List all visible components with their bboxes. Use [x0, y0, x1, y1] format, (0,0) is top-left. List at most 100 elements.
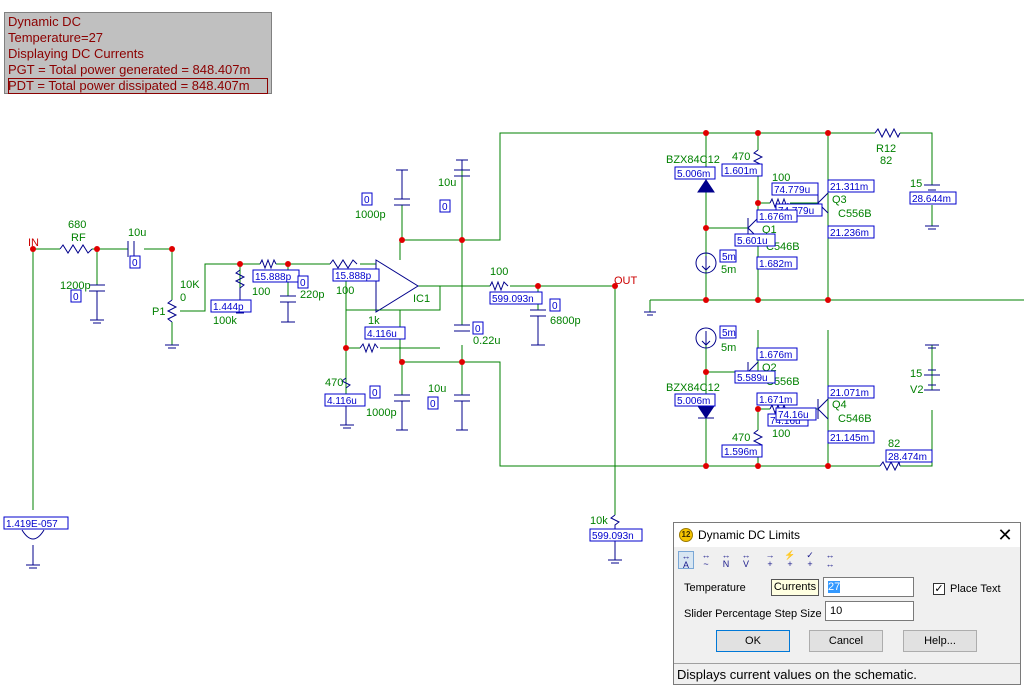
- wires: [32, 132, 1024, 515]
- transistor-q4: [817, 398, 829, 420]
- label-cs-top-value: 5m: [721, 264, 736, 276]
- current-readout-r-470-top-current: 1.601m: [721, 163, 763, 177]
- net-label-out: OUT: [614, 275, 638, 287]
- label-r-82-bot: 82: [888, 438, 900, 450]
- junction-node: [399, 359, 405, 365]
- capacitor-0-22u: [454, 324, 470, 332]
- svg-text:1.444p: 1.444p: [213, 302, 244, 313]
- current-readout-q1-ic: 1.682m: [756, 256, 798, 270]
- label-r-10k: 10k: [590, 515, 608, 527]
- info-line-pgt: PGT = Total power generated = 848.407m: [8, 62, 251, 77]
- device-state-icon[interactable]: ✓ +: [802, 551, 818, 569]
- voltage-drop-icon[interactable]: ↔ V: [738, 551, 754, 569]
- svg-text:1.419E-057: 1.419E-057: [6, 519, 58, 530]
- help-button[interactable]: Help...: [903, 630, 977, 652]
- svg-text:1.676m: 1.676m: [759, 350, 792, 361]
- junction-node: [459, 237, 465, 243]
- close-button[interactable]: ✕: [992, 524, 1018, 546]
- capacitor-10u-bot: [454, 394, 470, 431]
- temperature-label: Temperature: [684, 582, 746, 594]
- current-readout-r-100k-current: 1.444p: [210, 299, 252, 313]
- current-readout-d-top-current: 5.006m: [674, 166, 716, 180]
- ok-button[interactable]: OK: [716, 630, 790, 652]
- svg-text:4.116u: 4.116u: [327, 396, 357, 407]
- label-c-10u-top: 10u: [438, 177, 456, 189]
- dialog-titlebar[interactable]: 12 Dynamic DC Limits ✕: [674, 523, 1020, 547]
- info-line-mode: Dynamic DC: [8, 14, 81, 29]
- capacitor-6800p: [530, 309, 546, 346]
- label-d-bot-name: BZX84C12: [666, 382, 720, 394]
- junction-node: [755, 463, 761, 469]
- svg-text:21.236m: 21.236m: [830, 228, 869, 239]
- junction-node: [755, 200, 761, 206]
- current-readout-r-10k-current: 599.093n: [589, 528, 643, 542]
- currents-mode-icon[interactable]: ↔ A: [678, 551, 694, 570]
- label-r12-name: R12: [876, 143, 896, 155]
- resistor-1k: [359, 342, 379, 354]
- svg-text:0: 0: [372, 388, 378, 399]
- current-readout-r-470-bot-current: 1.596m: [721, 444, 763, 458]
- svg-text:0: 0: [300, 278, 306, 289]
- junction-node: [535, 283, 541, 289]
- current-readout-q3-ie: 21.311m: [827, 179, 875, 193]
- node-voltage-icon[interactable]: ↔ N: [718, 551, 734, 569]
- svg-text:599.093n: 599.093n: [492, 294, 534, 305]
- step-size-field[interactable]: 10: [825, 601, 914, 621]
- svg-text:0: 0: [73, 292, 79, 303]
- svg-text:5m: 5m: [722, 328, 736, 339]
- capacitor-1000p-top: [394, 169, 410, 206]
- voltage-mode-icon[interactable]: ↔ ~: [698, 551, 714, 569]
- junction-node: [755, 297, 761, 303]
- step-size-label: Slider Percentage Step Size: [684, 608, 822, 620]
- junction-node: [703, 225, 709, 231]
- current-readout-cs-top-current: 5m: [719, 249, 737, 263]
- temperature-field[interactable]: 27: [823, 577, 914, 597]
- svg-text:1.671m: 1.671m: [759, 395, 792, 406]
- label-c-in-value: 10u: [128, 227, 146, 239]
- svg-text:5.006m: 5.006m: [677, 396, 710, 407]
- ground-battery-top: [925, 225, 939, 230]
- resistor-100-a: [259, 258, 277, 270]
- svg-text:1.676m: 1.676m: [759, 212, 792, 223]
- label-p1-name: P1: [152, 306, 165, 318]
- svg-text:1.601m: 1.601m: [724, 166, 757, 177]
- capacitor-shunt: [89, 284, 105, 292]
- ground-p1: [165, 344, 179, 349]
- resistor-82-bot: [879, 460, 901, 472]
- label-r-out-100: 100: [490, 266, 508, 278]
- current-readout-q2-ib: 1.676m: [756, 347, 798, 361]
- current-readout-v-top-current: 28.644m: [909, 191, 957, 205]
- svg-text:0: 0: [132, 258, 138, 269]
- net-label-in: IN: [28, 237, 39, 249]
- label-q3-model: C556B: [838, 208, 872, 220]
- svg-text:5.589u: 5.589u: [737, 373, 768, 384]
- capacitor-220p: [280, 295, 296, 323]
- current-readout-c-220p-current: 0: [297, 275, 309, 289]
- power-dissipation-icon[interactable]: → +: [762, 551, 778, 569]
- svg-text:15.888p: 15.888p: [255, 272, 292, 283]
- label-r-470-in: 470: [325, 377, 343, 389]
- label-r-100-q3: 100: [772, 172, 790, 184]
- place-text-checkbox[interactable]: ✓: [933, 583, 945, 595]
- label-r-470-bot: 470: [732, 432, 750, 444]
- power-generation-icon[interactable]: ⚡ +: [782, 551, 798, 569]
- current-readout-c-022u-current: 0: [472, 321, 484, 335]
- svg-text:74.779u: 74.779u: [774, 185, 810, 196]
- current-readout-r-100-b-current: 15.888p: [332, 268, 380, 282]
- current-readout-r-82-bot-current: 28.474m: [885, 449, 933, 463]
- current-readout-q2-ie: 5.589u: [734, 370, 776, 384]
- input-source: [21, 529, 45, 540]
- resistor-rf: [59, 244, 93, 254]
- current-readout-r-1k-current: 4.116u: [364, 326, 406, 340]
- label-v-top-value: 15: [910, 178, 922, 190]
- junction-node: [237, 261, 243, 267]
- label-p1-value: 10K: [180, 279, 200, 291]
- junction-node: [459, 359, 465, 365]
- junction-node: [285, 261, 291, 267]
- label-c-1000p-top: 1000p: [355, 209, 386, 221]
- cancel-button[interactable]: Cancel: [809, 630, 883, 652]
- svg-text:1.596m: 1.596m: [724, 447, 757, 458]
- current-direction-icon[interactable]: ↔ ↔: [822, 551, 838, 569]
- svg-text:0: 0: [475, 324, 481, 335]
- label-c-6800p: 6800p: [550, 315, 581, 327]
